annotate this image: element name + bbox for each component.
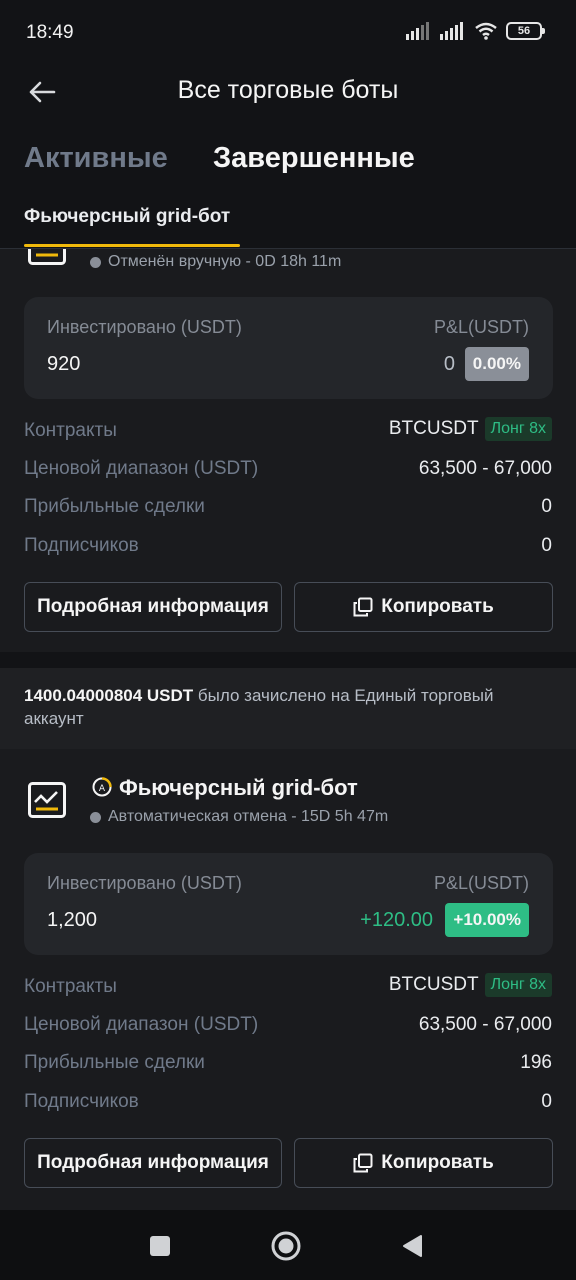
bot-name: Фьючерсный grid-бот xyxy=(119,775,358,800)
pnl-percent-badge: +10.00% xyxy=(445,903,529,937)
copy-button[interactable]: Копировать xyxy=(294,1138,553,1188)
home-button[interactable] xyxy=(270,1230,302,1262)
bot-card: Отменён вручную - 0D 18h 11m Инвестирова… xyxy=(0,249,576,668)
price-range-value: 63,500 - 67,000 xyxy=(418,458,552,479)
bot-status-text: Отменён вручную - 0D 18h 11m xyxy=(108,253,342,270)
recents-button[interactable] xyxy=(144,1230,176,1262)
contract-symbol: BTCUSDT xyxy=(388,974,479,995)
credit-notice: 1400.04000804 USDT было зачислено на Еди… xyxy=(0,668,576,749)
copy-button-label: Копировать xyxy=(381,596,494,617)
details-button[interactable]: Подробная информация xyxy=(24,1138,282,1188)
bot-status-text: Автоматическая отмена - 15D 5h 47m xyxy=(108,808,389,825)
investment-box: Инвестировано (USDT) P&L(USDT) 920 0 0.0… xyxy=(24,297,553,399)
subtab-underline xyxy=(24,244,240,247)
position-tag: Лонг 8x xyxy=(484,417,552,441)
pnl-value: +120.00 xyxy=(360,909,433,931)
pnl-value: 0 xyxy=(443,353,455,375)
back-triangle-nav-icon xyxy=(403,1235,422,1257)
bot-status: Отменён вручную - 0D 18h 11m xyxy=(90,253,341,271)
grid-bot-icon xyxy=(28,782,66,818)
subscribers-value: 0 xyxy=(541,535,552,556)
invested-label: Инвестировано (USDT) xyxy=(47,317,242,337)
profitable-trades-value: 0 xyxy=(541,496,552,517)
price-range-value: 63,500 - 67,000 xyxy=(418,1014,552,1035)
investment-box: Инвестировано (USDT) P&L(USDT) 1,200 +12… xyxy=(24,853,553,955)
subscribers-value: 0 xyxy=(541,1091,552,1112)
signal-icon xyxy=(440,22,463,40)
square-nav-icon xyxy=(150,1236,170,1256)
contracts-label: Контракты xyxy=(24,420,117,441)
pnl-label: P&L(USDT) xyxy=(433,873,529,893)
contracts-value: BTCUSDT Лонг 8x xyxy=(389,417,552,441)
bots-list[interactable]: Отменён вручную - 0D 18h 11m Инвестирова… xyxy=(0,249,576,1210)
battery-icon: 56 xyxy=(506,22,545,40)
credit-amount: 1400.04000804 USDT xyxy=(24,686,194,705)
profitable-trades-label: Прибыльные сделки xyxy=(24,496,205,517)
status-bar: 18:49 56 xyxy=(0,0,576,64)
pnl-percent-badge: 0.00% xyxy=(464,347,529,381)
page-title: Все торговые боты xyxy=(177,76,399,104)
auto-cancel-icon: A xyxy=(92,777,112,797)
price-range-label: Ценовой диапазон (USDT) xyxy=(24,1014,259,1035)
svg-text:A: A xyxy=(99,784,106,794)
tab-active-bots[interactable]: Активные xyxy=(24,142,168,175)
pnl-label: P&L(USDT) xyxy=(433,317,529,337)
position-tag: Лонг 8x xyxy=(484,973,552,997)
copy-button[interactable]: Копировать xyxy=(294,582,553,632)
separator xyxy=(0,652,576,668)
invested-value: 920 xyxy=(47,353,81,375)
signal-icon xyxy=(406,22,429,40)
grid-bot-icon xyxy=(28,249,66,265)
home-circle-nav-icon xyxy=(271,1231,301,1261)
system-nav-bar xyxy=(0,1210,576,1280)
copy-icon xyxy=(353,597,373,617)
invested-label: Инвестировано (USDT) xyxy=(47,873,242,893)
status-time: 18:49 xyxy=(26,22,74,43)
system-back-button[interactable] xyxy=(396,1230,428,1262)
bot-status: Автоматическая отмена - 15D 5h 47m xyxy=(90,808,388,826)
profitable-trades-value: 196 xyxy=(520,1052,552,1073)
copy-button-label: Копировать xyxy=(381,1152,494,1173)
contract-symbol: BTCUSDT xyxy=(388,418,479,439)
profitable-trades-label: Прибыльные сделки xyxy=(24,1052,205,1073)
subscribers-label: Подписчиков xyxy=(24,535,139,556)
battery-level: 56 xyxy=(517,25,531,37)
wifi-icon xyxy=(475,22,497,40)
tab-completed-bots[interactable]: Завершенные xyxy=(213,142,415,175)
details-button[interactable]: Подробная информация xyxy=(24,582,282,632)
status-icons: 56 xyxy=(406,22,545,40)
status-dot xyxy=(90,256,101,268)
invested-value: 1,200 xyxy=(47,909,98,931)
subscribers-label: Подписчиков xyxy=(24,1091,139,1112)
bot-card: A Фьючерсный grid-бот Автоматическая отм… xyxy=(0,749,576,1210)
contracts-value: BTCUSDT Лонг 8x xyxy=(389,973,552,997)
price-range-label: Ценовой диапазон (USDT) xyxy=(24,458,259,479)
contracts-label: Контракты xyxy=(24,976,117,997)
status-dot xyxy=(90,811,101,823)
copy-icon xyxy=(353,1153,373,1173)
subtab-futures-grid[interactable]: Фьючерсный grid-бот xyxy=(24,206,230,228)
